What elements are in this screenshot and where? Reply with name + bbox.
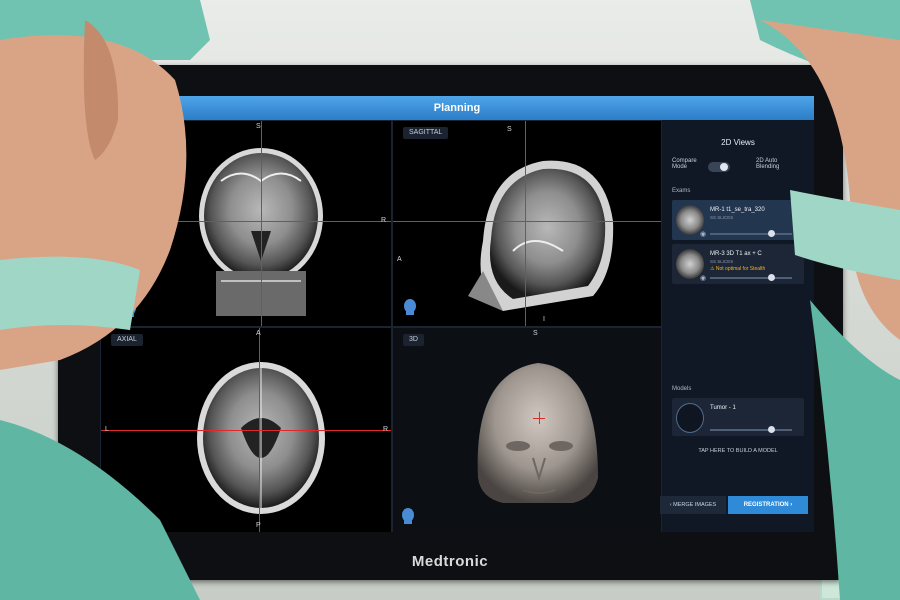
model-opacity-slider[interactable] bbox=[710, 426, 792, 433]
orient-bottom: I bbox=[543, 316, 545, 323]
monitor-screen: Planning S R SAGITTAL S A I AXIAL A L R … bbox=[100, 96, 814, 532]
crosshair-vertical[interactable] bbox=[525, 121, 526, 326]
panel-title: 2D Views bbox=[721, 138, 755, 147]
view-selector[interactable]: 3D bbox=[403, 334, 424, 346]
slider-knob[interactable] bbox=[768, 274, 775, 281]
crosshair-vertical[interactable] bbox=[259, 328, 260, 532]
slider-knob[interactable] bbox=[768, 230, 775, 237]
warning-text: Not optimal for Stealth bbox=[715, 266, 766, 272]
coronal-brain-image bbox=[199, 148, 323, 316]
crosshair-horizontal[interactable] bbox=[101, 430, 391, 431]
registration-button[interactable]: REGISTRATION › bbox=[728, 496, 808, 514]
orient-top: S bbox=[507, 126, 512, 133]
orient-left: L bbox=[105, 426, 109, 433]
models-label: Models bbox=[672, 386, 692, 392]
compare-mode-toggle[interactable] bbox=[708, 162, 730, 172]
slider-knob[interactable] bbox=[768, 426, 775, 433]
merge-images-button[interactable]: ‹ MERGE IMAGES bbox=[660, 496, 726, 514]
view-selector[interactable]: AXIAL bbox=[111, 334, 143, 346]
crosshair-horizontal[interactable] bbox=[101, 221, 391, 222]
view-selector[interactable]: SAGITTAL bbox=[403, 127, 449, 139]
head-orientation-icon[interactable] bbox=[403, 299, 417, 315]
orient-bottom: P bbox=[256, 522, 261, 529]
viewport-sagittal[interactable]: SAGITTAL S A I bbox=[392, 120, 662, 327]
opacity-slider[interactable] bbox=[710, 230, 792, 237]
sagittal-brain-image bbox=[468, 160, 614, 311]
brand-logo: Medtronic bbox=[411, 553, 489, 570]
model-thumbnail bbox=[676, 403, 704, 433]
orient-left: A bbox=[397, 256, 402, 263]
compare-mode-label: Compare Mode bbox=[672, 158, 697, 170]
head-orientation-icon[interactable] bbox=[401, 508, 415, 524]
auto-blending-label: 2D Auto Blending bbox=[756, 158, 780, 170]
orient-top: S bbox=[256, 123, 261, 130]
viewport-coronal[interactable]: S R bbox=[100, 120, 392, 327]
merge-label: MERGE IMAGES bbox=[673, 502, 717, 508]
exam-card[interactable]: MR-1 t1_se_tra_320 SS SLICES ◉ bbox=[672, 200, 804, 240]
model-title: Tumor - 1 bbox=[710, 405, 736, 411]
build-model-prompt[interactable]: TAP HERE TO BUILD A MODEL bbox=[662, 448, 814, 454]
orient-right: R bbox=[381, 217, 387, 224]
toggle-row: Compare Mode 2D Auto Blending bbox=[672, 158, 812, 178]
eye-icon[interactable]: ◉ bbox=[700, 274, 706, 282]
forward-chevron-icon: › bbox=[788, 502, 793, 508]
crosshair-vertical[interactable] bbox=[261, 121, 262, 326]
eye-icon[interactable]: ◉ bbox=[700, 230, 706, 238]
orient-top: S bbox=[533, 330, 538, 337]
opacity-slider[interactable] bbox=[710, 274, 792, 281]
exam-title: MR-3 3D T1 ax + C bbox=[710, 251, 762, 257]
registration-label: REGISTRATION bbox=[743, 502, 789, 508]
head-orientation-icon[interactable] bbox=[123, 301, 137, 317]
exam-title: MR-1 t1_se_tra_320 bbox=[710, 207, 765, 213]
side-panel: 2D Views Compare Mode 2D Auto Blending E… bbox=[662, 120, 814, 532]
crosshair-horizontal[interactable] bbox=[393, 221, 661, 222]
3d-head-render bbox=[477, 363, 598, 503]
viewport-axial[interactable]: AXIAL A L R P bbox=[100, 327, 392, 532]
page-title: Planning bbox=[100, 96, 814, 120]
viewport-3d[interactable]: 3D S bbox=[392, 327, 662, 532]
exam-card[interactable]: MR-3 3D T1 ax + C SS SLICES ⚠ Not optima… bbox=[672, 244, 804, 284]
exam-warning: ⚠ Not optimal for Stealth bbox=[710, 266, 766, 272]
orient-top: A bbox=[256, 330, 261, 337]
exams-label: Exams bbox=[672, 188, 691, 194]
target-marker-v bbox=[539, 412, 540, 424]
exam-sub: SS SLICES bbox=[710, 215, 734, 220]
exam-sub: SS SLICES bbox=[710, 259, 734, 264]
model-card[interactable]: Tumor - 1 bbox=[672, 398, 804, 436]
orient-right: R bbox=[383, 426, 389, 433]
viewport-grid: S R SAGITTAL S A I AXIAL A L R P 3D S bbox=[100, 120, 662, 532]
